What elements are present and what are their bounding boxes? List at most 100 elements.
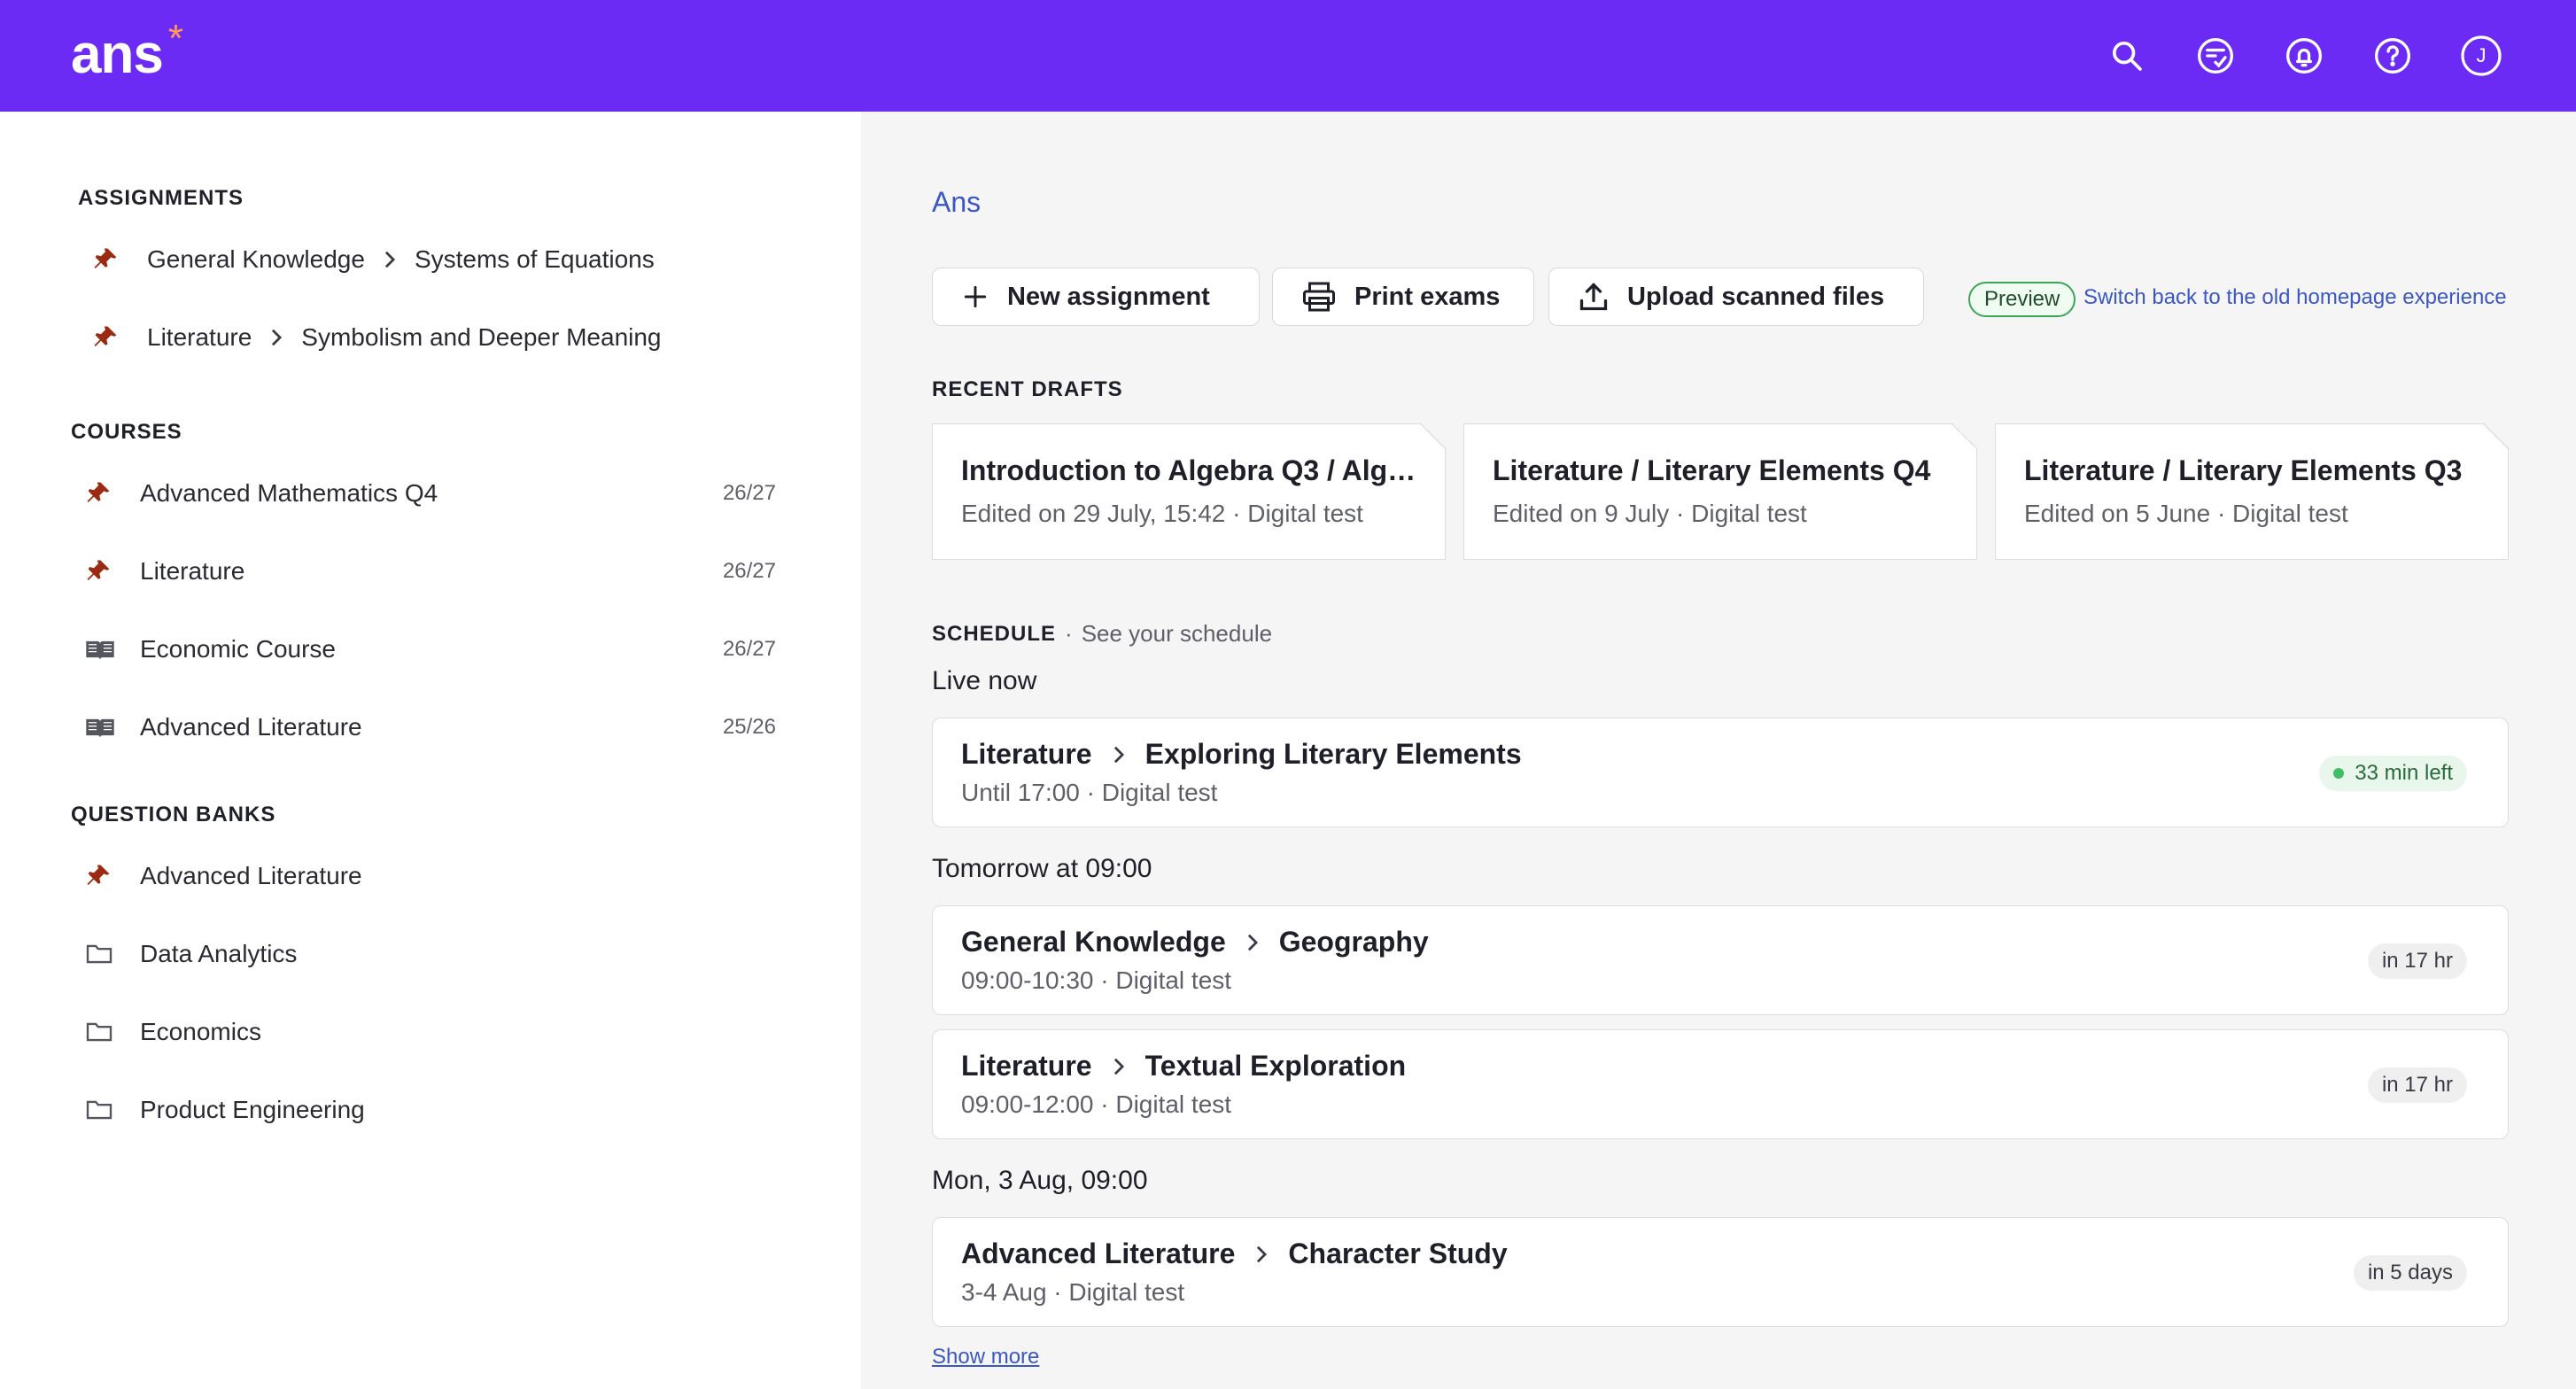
folder-icon [85, 1014, 128, 1050]
sidebar-assignment-item[interactable]: Literature Symbolism and Deeper Meaning [92, 307, 783, 369]
time-until-badge: in 5 days [2353, 1255, 2467, 1291]
live-time-left-badge: 33 min left [2319, 756, 2467, 791]
chevron-right-icon [269, 328, 283, 347]
schedule-item[interactable]: Literature Exploring Literary Elements U… [932, 718, 2509, 827]
ans-logo[interactable]: ans * [71, 17, 183, 92]
assignment-name: Symbolism and Deeper Meaning [301, 323, 662, 351]
user-avatar[interactable]: J [2457, 32, 2505, 80]
sidebar-course-item[interactable]: Advanced Literature 25/26 [85, 696, 776, 758]
upload-icon [1578, 281, 1610, 313]
assignment-course: Literature [147, 323, 252, 351]
schedule-item-title: General Knowledge Geography [961, 926, 1429, 958]
schedule-item[interactable]: Advanced Literature Character Study 3-4 … [932, 1217, 2509, 1327]
schedule-item-subtitle: 09:00-10:30 · Digital test [961, 966, 1232, 994]
top-bar-actions: J [2103, 32, 2505, 80]
schedule-item[interactable]: Literature Textual Exploration 09:00-12:… [932, 1029, 2509, 1139]
logo-text: ans [71, 24, 164, 85]
question-bank-label: Advanced Literature [140, 862, 362, 889]
courses-heading: COURSES [71, 420, 182, 444]
chevron-right-icon [1245, 933, 1260, 952]
assignment-name: Systems of Equations [414, 245, 655, 273]
book-icon [85, 710, 128, 745]
question-bank-label: Economics [140, 1018, 261, 1045]
search-icon[interactable] [2103, 32, 2151, 80]
switch-old-homepage-link[interactable]: Switch back to the old homepage experien… [2083, 285, 2507, 310]
schedule-item[interactable]: General Knowledge Geography 09:00-10:30 … [932, 905, 2509, 1015]
avatar-initial: J [2476, 44, 2487, 66]
draft-subtitle: Edited on 9 July · Digital test [1493, 500, 1807, 527]
draft-title: Literature / Literary Elements Q4 [1493, 454, 1931, 486]
upload-scanned-files-label: Upload scanned files [1627, 282, 1885, 311]
top-bar: ans * J [0, 0, 2576, 112]
plus-icon [961, 283, 989, 311]
time-until-badge: in 17 hr [2367, 1067, 2467, 1103]
live-dot-icon [2333, 768, 2345, 779]
sidebar-question-bank-item[interactable]: Economics [85, 1001, 776, 1063]
recent-drafts-heading: RECENT DRAFTS [932, 377, 1123, 401]
draft-title: Introduction to Algebra Q3 / Algebra Bas… [961, 454, 1416, 486]
help-icon[interactable] [2369, 32, 2417, 80]
schedule-item-course: Literature [961, 1050, 1092, 1082]
draft-title: Literature / Literary Elements Q3 [2024, 454, 2463, 486]
schedule-item-title: Literature Textual Exploration [961, 1050, 1406, 1082]
badge-text: 33 min left [2355, 761, 2453, 785]
course-progress-count: 26/27 [722, 481, 776, 505]
sidebar-course-item[interactable]: Economic Course 26/27 [85, 618, 776, 680]
draft-subtitle: Edited on 29 July, 15:42 · Digital test [961, 500, 1363, 527]
pin-icon [85, 858, 128, 894]
schedule-group-label: Tomorrow at 09:00 [932, 854, 1152, 883]
sidebar-question-bank-item[interactable]: Product Engineering [85, 1079, 776, 1141]
pin-icon [85, 554, 128, 589]
schedule-item-name: Geography [1278, 926, 1429, 958]
schedule-item-course: Literature [961, 738, 1092, 770]
schedule-item-name: Character Study [1288, 1238, 1508, 1269]
schedule-item-course: Advanced Literature [961, 1238, 1236, 1269]
book-icon [85, 632, 128, 667]
folder-icon [85, 936, 128, 972]
question-banks-heading: QUESTION BANKS [71, 803, 276, 826]
see-schedule-link[interactable]: See your schedule [1082, 620, 1272, 648]
preview-badge: Preview [1968, 282, 2076, 317]
schedule-separator: · [1065, 620, 1073, 647]
sidebar-course-item[interactable]: Advanced Mathematics Q4 26/27 [85, 462, 776, 524]
sidebar-question-bank-item[interactable]: Advanced Literature [85, 845, 776, 907]
breadcrumb[interactable]: Ans [932, 186, 981, 219]
time-until-badge: in 17 hr [2367, 943, 2467, 979]
sidebar-course-item[interactable]: Literature 26/27 [85, 540, 776, 602]
print-exams-label: Print exams [1354, 282, 1501, 311]
schedule-group-label: Mon, 3 Aug, 09:00 [932, 1166, 1148, 1195]
sidebar: ASSIGNMENTS General Knowledge Systems of… [0, 112, 861, 1389]
notification-bell-icon[interactable] [2280, 32, 2328, 80]
pin-icon [85, 476, 128, 511]
schedule-item-course: General Knowledge [961, 926, 1226, 958]
pin-icon [92, 320, 135, 355]
course-label: Literature [140, 557, 245, 585]
show-more-link[interactable]: Show more [932, 1345, 1039, 1370]
assignment-course: General Knowledge [147, 245, 365, 273]
schedule-item-subtitle: 3-4 Aug · Digital test [961, 1278, 1185, 1306]
question-bank-label: Data Analytics [140, 940, 298, 967]
course-label: Advanced Literature [140, 713, 362, 741]
draft-card[interactable]: Literature / Literary Elements Q3 Edited… [1995, 423, 2510, 560]
course-label: Advanced Mathematics Q4 [140, 479, 438, 507]
upload-scanned-files-button[interactable]: Upload scanned files [1548, 268, 1924, 326]
course-progress-count: 26/27 [722, 559, 776, 583]
draft-card[interactable]: Literature / Literary Elements Q4 Edited… [1463, 423, 1978, 560]
chevron-right-icon [383, 250, 397, 269]
chevron-right-icon [1254, 1245, 1269, 1264]
grading-icon[interactable] [2192, 32, 2239, 80]
course-progress-count: 25/26 [722, 715, 776, 739]
course-label: Economic Course [140, 635, 336, 663]
draft-card[interactable]: Introduction to Algebra Q3 / Algebra Bas… [932, 423, 1447, 560]
sidebar-assignment-item[interactable]: General Knowledge Systems of Equations [92, 229, 783, 291]
new-assignment-label: New assignment [1007, 282, 1210, 311]
schedule-item-title: Literature Exploring Literary Elements [961, 738, 1522, 771]
schedule-group-label: Live now [932, 666, 1037, 695]
print-exams-button[interactable]: Print exams [1272, 268, 1534, 326]
schedule-item-title: Advanced Literature Character Study [961, 1238, 1508, 1270]
sidebar-question-bank-item[interactable]: Data Analytics [85, 923, 776, 985]
logo-mark: * [167, 17, 183, 60]
new-assignment-button[interactable]: New assignment [932, 268, 1260, 326]
assignments-heading: ASSIGNMENTS [78, 186, 244, 210]
course-progress-count: 26/27 [722, 637, 776, 661]
